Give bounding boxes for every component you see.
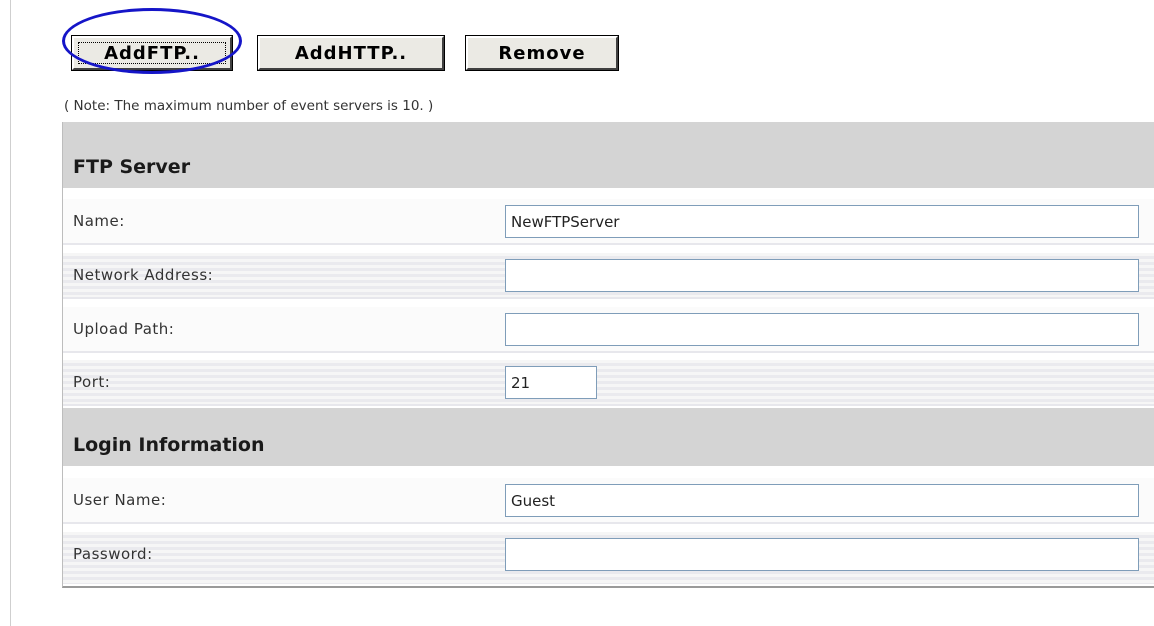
name-row: Name:	[63, 199, 1154, 245]
name-input[interactable]	[505, 205, 1139, 238]
password-label: Password:	[73, 545, 153, 563]
user-name-label: User Name:	[73, 491, 167, 509]
remove-button[interactable]: Remove	[465, 35, 619, 71]
add-ftp-button-label: AddFTP..	[104, 42, 200, 64]
max-servers-note: ( Note: The maximum number of event serv…	[64, 98, 434, 114]
upload-path-input[interactable]	[505, 313, 1139, 346]
user-name-row: User Name:	[63, 478, 1154, 524]
login-information-section-title: Login Information	[73, 434, 265, 456]
name-label: Name:	[73, 212, 125, 230]
port-label: Port:	[73, 373, 111, 391]
server-settings-panel: FTP Server Name: Network Address: Upload…	[62, 122, 1154, 588]
network-address-input[interactable]	[505, 259, 1139, 292]
left-frame-divider	[10, 0, 11, 626]
password-row: Password:	[63, 532, 1154, 584]
upload-path-row: Upload Path:	[63, 307, 1154, 353]
ftp-server-section-title: FTP Server	[73, 156, 191, 178]
add-http-button-label: AddHTTP..	[294, 42, 408, 64]
add-http-button[interactable]: AddHTTP..	[257, 35, 445, 71]
password-input[interactable]	[505, 538, 1139, 571]
network-address-label: Network Address:	[73, 266, 214, 284]
port-row: Port:	[63, 360, 1154, 406]
port-input[interactable]	[505, 366, 597, 399]
ftp-server-section-header: FTP Server	[63, 122, 1154, 188]
upload-path-label: Upload Path:	[73, 320, 175, 338]
remove-button-label: Remove	[498, 42, 586, 64]
network-address-row: Network Address:	[63, 253, 1154, 299]
login-information-section-header: Login Information	[63, 408, 1154, 466]
add-ftp-button[interactable]: AddFTP..	[71, 35, 233, 71]
user-name-input[interactable]	[505, 484, 1139, 517]
